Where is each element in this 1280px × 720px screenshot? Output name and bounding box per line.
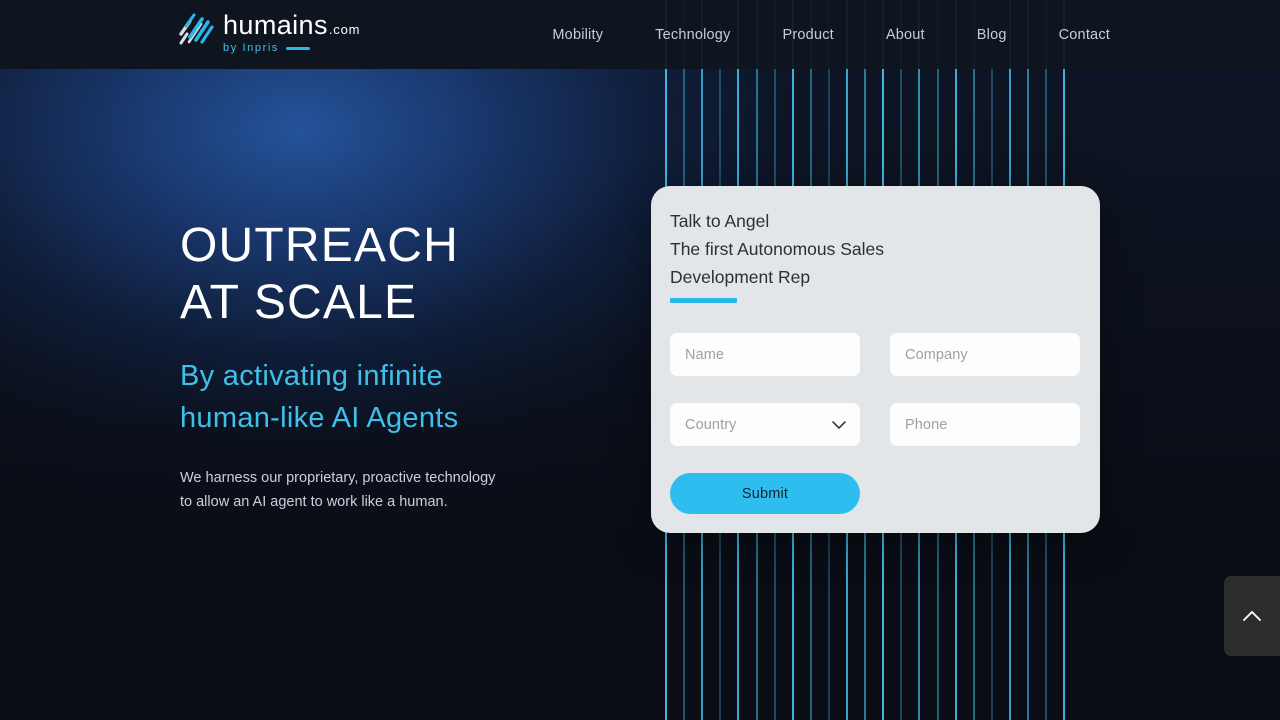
main-navigation: Mobility Technology Product About Blog C… bbox=[552, 0, 1110, 69]
chevron-up-icon bbox=[1243, 611, 1261, 621]
hero-subheadline: By activating infinite human-like AI Age… bbox=[180, 360, 459, 435]
name-field-placeholder: Name bbox=[685, 346, 725, 363]
nav-item-blog[interactable]: Blog bbox=[977, 27, 1007, 43]
company-field[interactable]: Company bbox=[890, 333, 1080, 376]
nav-item-technology[interactable]: Technology bbox=[655, 27, 730, 43]
nav-item-mobility[interactable]: Mobility bbox=[552, 27, 603, 43]
site-header: humains .com by Inpris Mobility Technolo… bbox=[0, 0, 1280, 69]
phone-field-placeholder: Phone bbox=[905, 416, 948, 433]
logo-tagline: by Inpris bbox=[223, 42, 279, 54]
phone-field[interactable]: Phone bbox=[890, 403, 1080, 446]
site-logo[interactable]: humains .com by Inpris bbox=[178, 12, 360, 54]
nav-item-contact[interactable]: Contact bbox=[1059, 27, 1110, 43]
logo-dash-decoration bbox=[285, 46, 310, 50]
hero-headline: OUTREACH AT SCALE bbox=[180, 219, 459, 329]
contact-form-card: Talk to Angel The first Autonomous Sales… bbox=[651, 186, 1100, 533]
company-field-placeholder: Company bbox=[905, 346, 968, 363]
chevron-down-icon bbox=[832, 420, 846, 429]
diagonal-slashes-logo-icon bbox=[179, 13, 214, 45]
nav-item-about[interactable]: About bbox=[886, 27, 925, 43]
hero-copy-block: OUTREACH AT SCALE By activating infinite… bbox=[180, 218, 650, 515]
page-root: humains .com by Inpris Mobility Technolo… bbox=[0, 0, 1280, 720]
logo-name: humains bbox=[223, 10, 328, 40]
logo-tld: .com bbox=[328, 22, 361, 37]
scroll-to-top-button[interactable] bbox=[1224, 576, 1280, 656]
name-field[interactable]: Name bbox=[670, 333, 860, 376]
form-card-accent-bar bbox=[670, 298, 737, 303]
nav-item-product[interactable]: Product bbox=[783, 27, 834, 43]
country-select-placeholder: Country bbox=[685, 416, 737, 433]
submit-button[interactable]: Submit bbox=[670, 473, 860, 514]
country-select[interactable]: Country bbox=[670, 403, 860, 446]
form-card-title: Talk to Angel The first Autonomous Sales… bbox=[670, 211, 884, 287]
hero-body-text: We harness our proprietary, proactive te… bbox=[180, 470, 496, 511]
